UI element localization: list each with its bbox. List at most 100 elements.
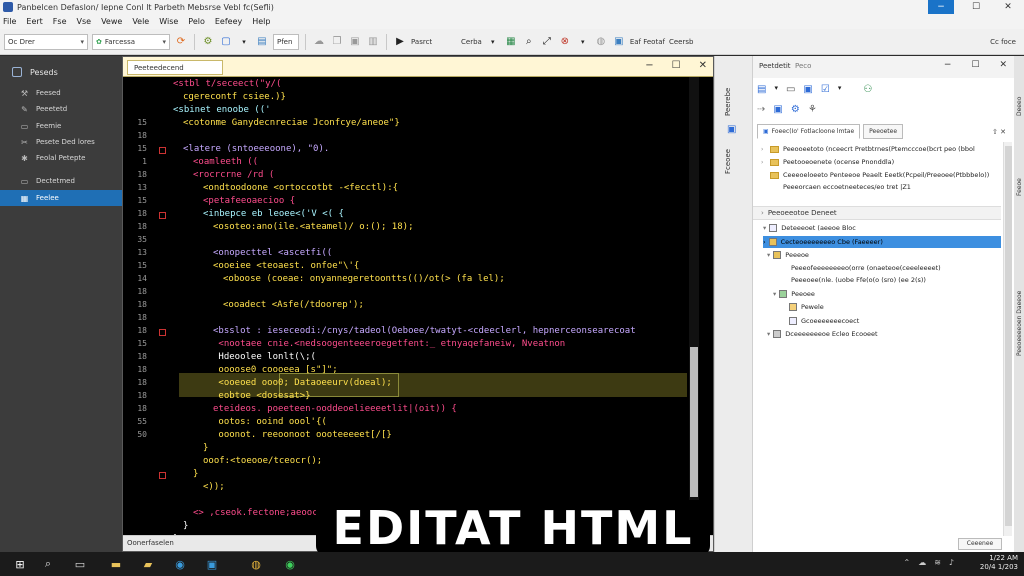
window-icon[interactable]: ▢ — [219, 35, 233, 49]
explorer-icon[interactable]: ▰ — [140, 556, 156, 572]
code-line[interactable]: } — [203, 443, 208, 453]
code-line[interactable]: cgerecontf csiee.)} — [183, 92, 286, 102]
start-icon[interactable]: ⊞ — [12, 556, 28, 572]
far-strip-label-0[interactable]: Peeoeeeeoen Daeeoe — [1016, 291, 1023, 356]
minimize-button[interactable]: − — [928, 0, 954, 14]
close-button[interactable]: ✕ — [992, 0, 1024, 14]
folder-icon[interactable]: ▤ — [255, 35, 269, 49]
menu-view[interactable]: Vse — [77, 17, 92, 26]
debug-label[interactable]: Cerba — [461, 38, 482, 46]
code-line[interactable]: <ooadect <Asfe(/tdoorep'); — [223, 300, 364, 310]
strip-label-1[interactable]: Fceoee — [724, 149, 732, 174]
sidebar-item-2[interactable]: ▭ Feemie — [0, 118, 122, 134]
people-icon[interactable]: ⚇ — [863, 84, 872, 95]
tree-item[interactable]: Peeeofeeeeeeeeo(orre (onaeteoe(ceeeleeee… — [791, 264, 941, 272]
scrollbar-thumb[interactable] — [1005, 146, 1012, 526]
tree-item[interactable]: ▾ Peeoee — [773, 290, 815, 298]
box-icon[interactable]: ▥ — [366, 35, 380, 49]
book-icon[interactable]: ▣ — [803, 84, 812, 95]
code-line[interactable]: <latere (sntoeeeoone), "0). — [183, 144, 329, 154]
run-label[interactable]: Pasrct — [411, 38, 457, 46]
code-line[interactable]: <inbepce eb leoee<('V <( { — [203, 209, 344, 219]
edge-icon[interactable]: ◉ — [172, 556, 188, 572]
code-line[interactable]: ootos: ooind oool'{( — [213, 417, 326, 427]
clock[interactable]: 1/22 AM 20/4 1/203 — [980, 554, 1018, 572]
refresh-icon[interactable]: ⟳ — [174, 35, 188, 49]
editor-scrollbar[interactable] — [689, 77, 699, 535]
tree-item[interactable]: ▾ Dceeeeeeeoe Ecleo Ecooeet — [767, 330, 878, 338]
files-icon[interactable]: ▬ — [108, 556, 124, 572]
panel-tab-files[interactable]: ▣ Foeec(Io' Fotlacloone lmtae — [757, 124, 861, 139]
gear-icon[interactable]: ⚙ — [791, 104, 800, 115]
tree-item[interactable]: Peeeoee(nle. (uobe Ffe(o(o (sro) (ee 2(s… — [791, 276, 926, 284]
code-line[interactable]: <petafeeoaecioo { — [203, 196, 295, 206]
menu-view2[interactable]: Vewe — [101, 17, 122, 26]
chevron-down-icon[interactable]: ▾ — [576, 35, 590, 49]
chevron-down-icon[interactable]: ▾ — [237, 35, 251, 49]
maximize-button[interactable]: ☐ — [960, 0, 992, 14]
maximize-icon[interactable]: ☐ — [971, 60, 979, 70]
document-icon[interactable]: ▦ — [504, 35, 518, 49]
open-folder-icon[interactable]: ▭ — [786, 84, 795, 95]
store-icon[interactable]: ▣ — [204, 556, 220, 572]
code-line[interactable]: <cotonme Ganydecnreciae Jconfcye/aneoe"} — [183, 118, 400, 128]
code-line[interactable]: <osoteo:ano(ile.<ateamel)/ o:(); 18); — [213, 222, 413, 232]
sidebar-item-5[interactable]: ▭ Dectetmed — [0, 173, 122, 189]
code-line[interactable]: <nootaee cnie.<nedsoogenteeeroegetfent:_… — [213, 339, 565, 349]
share-icon[interactable]: ⇧ — [992, 128, 998, 136]
close-icon[interactable]: ✕ — [999, 60, 1007, 70]
code-line[interactable]: <stbl t/seceect("y/( — [173, 79, 281, 89]
code-line[interactable]: eteideos. poeeteen-ooddeoelieeeetlit|(oi… — [213, 404, 457, 414]
code-line[interactable]: <sbinet enoobe ((' — [173, 105, 271, 115]
tree-item[interactable]: ▾ Deteeeoet (aeeoe Bloc — [763, 224, 856, 232]
arrow-right-icon[interactable]: ⇢ — [757, 104, 765, 115]
sidebar-item-1[interactable]: ✎ Peeetetd — [0, 101, 122, 117]
file-row[interactable]: Ceeeoeloeeto Penteeoe Peaelt Eeetk(Pcpei… — [761, 171, 989, 179]
code-line[interactable]: <)); — [203, 482, 225, 492]
paste-icon[interactable]: ▣ — [348, 35, 362, 49]
code-line[interactable]: <bsslot : ieseceodi:/cnys/tadeol(Oeboee/… — [213, 326, 636, 336]
tree-item-selected[interactable]: › Cecteoeeeeeeeo Cbe (Faeeeer) — [763, 236, 1001, 248]
wifi-icon[interactable]: ≋ — [934, 558, 941, 567]
code-line[interactable]: <rocrcrne /rd ( — [193, 170, 274, 180]
settings-icon[interactable]: ⚙ — [201, 35, 215, 49]
menu-tools[interactable]: Pelo — [188, 17, 205, 26]
maximize-icon[interactable]: ☐ — [672, 60, 681, 71]
code-label[interactable]: Cc foce — [990, 38, 1016, 46]
panel-scrollbar[interactable] — [1003, 142, 1012, 536]
check-label[interactable]: Ceersb — [669, 38, 693, 46]
open-combo[interactable]: Oc Drer ▾ — [4, 33, 88, 50]
format-combo[interactable]: ✿ Farcessa ▾ — [92, 33, 170, 50]
format-text-label[interactable]: Eaf Feotaf — [630, 38, 665, 46]
globe-icon[interactable]: ◍ — [594, 35, 608, 49]
tree-item[interactable]: Gcoeeeeeeecoect — [789, 317, 859, 325]
spotify-icon[interactable]: ◉ — [282, 556, 298, 572]
file-row[interactable]: › Peeooeetoto (nceecrt Pretbtrnes(Ptemccc… — [761, 145, 975, 153]
close-icon[interactable]: ✕ — [699, 60, 707, 71]
cloud-icon[interactable]: ☁ — [918, 558, 926, 567]
menu-wise[interactable]: Wise — [159, 17, 178, 26]
panel-status-button[interactable]: Ceeenee — [958, 538, 1002, 550]
file-icon[interactable]: ▣ — [727, 124, 736, 135]
chevron-down-icon[interactable]: ▾ — [486, 35, 500, 49]
strip-label-0[interactable]: Peerebe — [724, 88, 732, 116]
code-line[interactable]: oooose0 coooeea [s"]"; — [213, 365, 337, 375]
file-row[interactable]: › Peetooeoenete (ocense Pnonddla) — [761, 158, 894, 166]
file-row[interactable]: Peeeorcaen eccoetneeteces/eo tret |Z1 — [761, 183, 911, 191]
tree-item[interactable]: ▾ Peeeoe — [767, 251, 809, 259]
code-line[interactable]: ooonot. reeoonoot oooteeeeet[/[} — [213, 430, 391, 440]
menu-window[interactable]: Vele — [132, 17, 149, 26]
code-line[interactable]: <onopecttel <ascetfi(( — [213, 248, 332, 258]
far-strip-label-2[interactable]: Feeoe — [1016, 178, 1023, 196]
volume-icon[interactable]: ♪ — [949, 558, 954, 567]
code-line[interactable]: } — [183, 521, 188, 531]
stop-icon[interactable]: ⊗ — [558, 35, 572, 49]
code-line[interactable]: eobtoe <dosesat>} — [213, 391, 310, 401]
chevron-down-icon[interactable]: ▾ — [838, 84, 842, 95]
code-line[interactable]: ooof:<toeooe/tceocr(); — [203, 456, 322, 466]
close-icon[interactable]: ✕ — [1000, 128, 1006, 136]
code-line[interactable]: <ooeoed ooo0; Dataoeeurv(doeal); — [213, 378, 391, 388]
chevron-down-icon[interactable]: ▾ — [774, 84, 778, 95]
panel-section-header[interactable]: › Peeoeeotoe Deneet — [753, 206, 1001, 220]
code-line[interactable]: } — [193, 469, 198, 479]
